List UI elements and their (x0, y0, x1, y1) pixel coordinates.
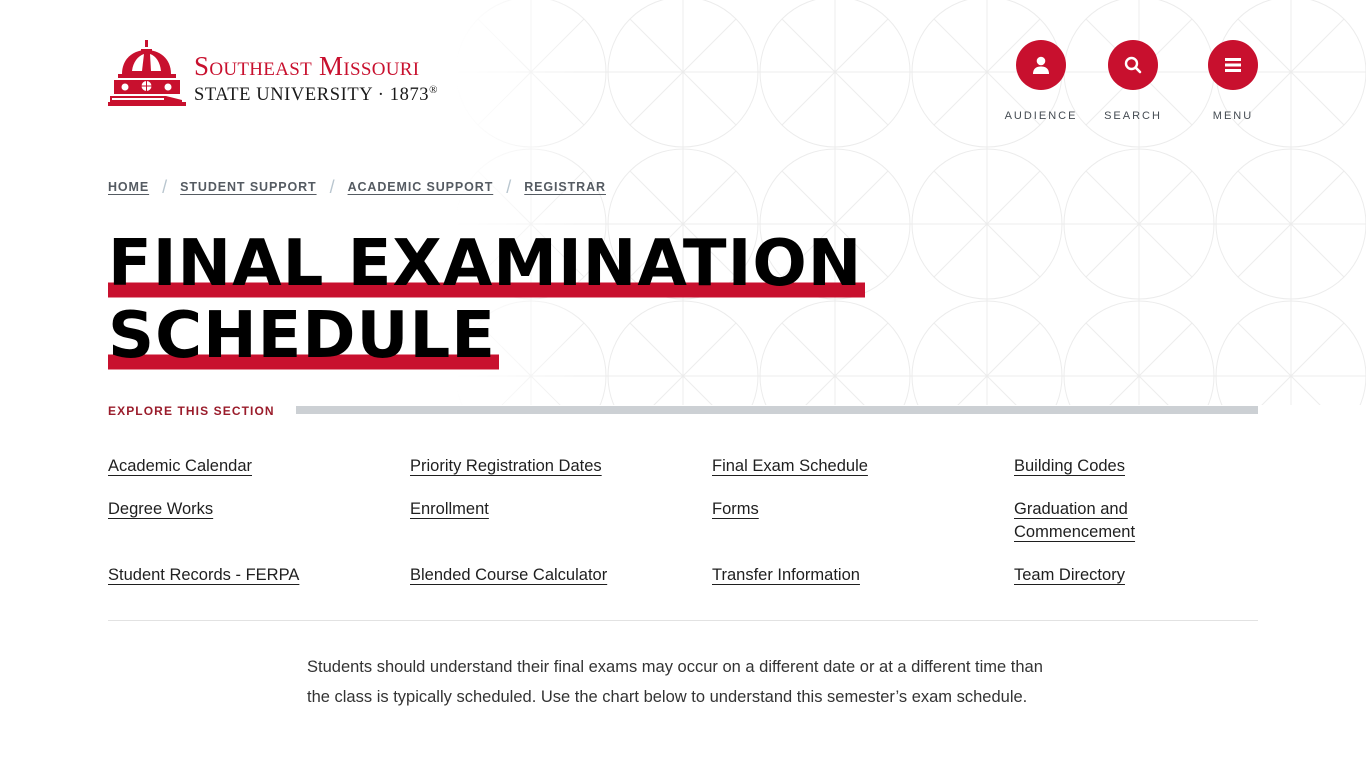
registered-mark: ® (429, 84, 439, 96)
site-header: Southeast Missouri STATE UNIVERSITY · 18… (0, 0, 1366, 140)
link-transfer-information[interactable]: Transfer Information (712, 564, 860, 587)
dome-logo-icon (108, 40, 186, 106)
person-icon (1033, 56, 1049, 74)
link-enrollment[interactable]: Enrollment (410, 498, 489, 544)
link-blended-course-calculator[interactable]: Blended Course Calculator (410, 564, 607, 587)
page-title-line2: SCHEDULE (108, 299, 865, 373)
section-links: Academic Calendar Priority Registration … (108, 455, 1258, 587)
breadcrumb-separator: / (506, 177, 512, 197)
link-academic-calendar[interactable]: Academic Calendar (108, 455, 252, 478)
link-final-exam-schedule[interactable]: Final Exam Schedule (712, 455, 868, 478)
audience-button[interactable]: AUDIENCE (1002, 40, 1080, 122)
explore-section-header: EXPLORE THIS SECTION (108, 404, 1258, 418)
breadcrumb-home[interactable]: HOME (108, 180, 149, 194)
menu-circle[interactable] (1208, 40, 1258, 90)
link-priority-registration-dates[interactable]: Priority Registration Dates (410, 455, 602, 478)
link-team-directory[interactable]: Team Directory (1014, 564, 1125, 587)
menu-button[interactable]: MENU (1208, 40, 1258, 122)
breadcrumb-academic-support[interactable]: ACADEMIC SUPPORT (348, 180, 494, 194)
link-degree-works[interactable]: Degree Works (108, 498, 213, 544)
search-button[interactable]: SEARCH (1094, 40, 1172, 122)
intro-paragraph: Students should understand their final e… (307, 658, 1043, 706)
logo-name-line2: STATE UNIVERSITY · 1873® (194, 79, 438, 106)
breadcrumb-student-support[interactable]: STUDENT SUPPORT (180, 180, 316, 194)
audience-label: AUDIENCE (1004, 110, 1078, 122)
search-icon (1124, 56, 1142, 74)
link-forms[interactable]: Forms (712, 498, 759, 544)
explore-section-label: EXPLORE THIS SECTION (108, 404, 275, 418)
menu-label: MENU (1212, 110, 1254, 122)
search-circle[interactable] (1108, 40, 1158, 90)
logo-subtitle: STATE UNIVERSITY · 1873 (194, 85, 430, 105)
page-title-text-2: SCHEDULE (108, 299, 499, 373)
university-logo[interactable]: Southeast Missouri STATE UNIVERSITY · 18… (108, 40, 438, 106)
content-divider (108, 620, 1258, 621)
hamburger-menu-icon (1225, 58, 1241, 72)
logo-name-line1: Southeast Missouri (194, 51, 420, 81)
breadcrumb-separator: / (162, 177, 168, 197)
audience-circle[interactable] (1016, 40, 1066, 90)
utility-nav: AUDIENCE SEARCH MENU (1002, 40, 1258, 122)
page-title-text-1: FINAL EXAMINATION (108, 227, 866, 301)
explore-section-divider (295, 405, 1258, 414)
link-graduation-and-commencement[interactable]: Graduation and Commencement (1014, 498, 1154, 544)
page-title-line1: FINAL EXAMINATION (108, 227, 866, 301)
link-student-records-ferpa[interactable]: Student Records - FERPA (108, 564, 299, 587)
breadcrumb-registrar[interactable]: REGISTRAR (524, 180, 606, 194)
page-title: FINAL EXAMINATION SCHEDULE (108, 227, 866, 373)
breadcrumb: HOME / STUDENT SUPPORT / ACADEMIC SUPPOR… (108, 177, 606, 197)
search-label: SEARCH (1104, 110, 1162, 122)
link-building-codes[interactable]: Building Codes (1014, 455, 1125, 478)
breadcrumb-separator: / (329, 177, 335, 197)
